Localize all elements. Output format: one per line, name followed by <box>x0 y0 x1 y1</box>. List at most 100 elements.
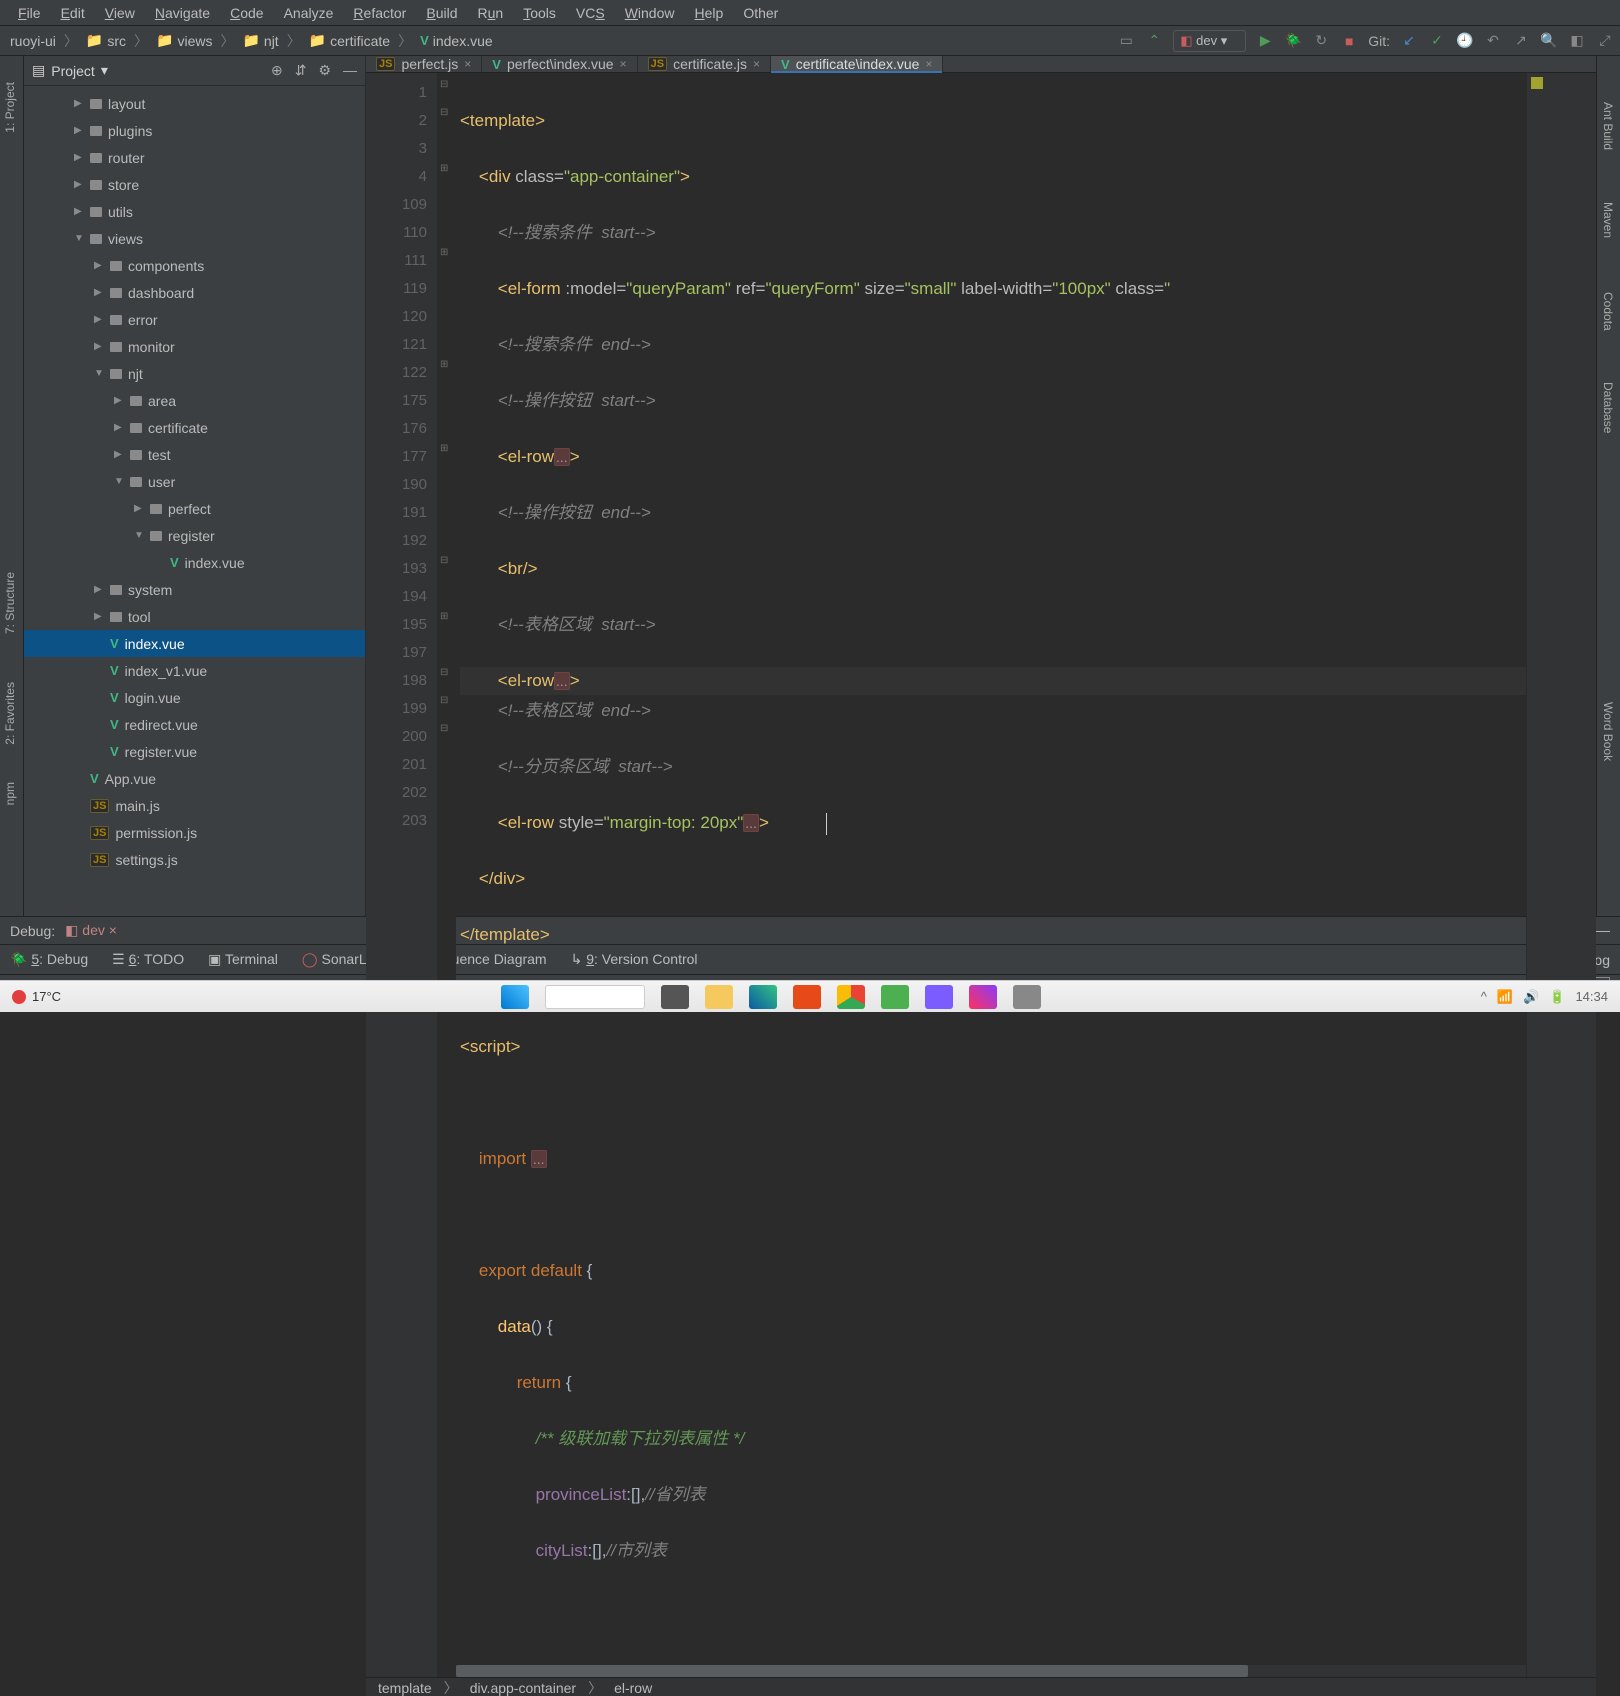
folded-region[interactable]: ... <box>743 814 759 832</box>
tool-debug[interactable]: 🪲 5: Debug <box>10 951 88 968</box>
taskbar-intellij[interactable] <box>969 985 997 1009</box>
tree-item[interactable]: Vlogin.vue <box>24 684 365 711</box>
fold-mark[interactable]: ⊟ <box>440 79 448 90</box>
editor-horizontal-scrollbar[interactable] <box>456 1665 1526 1677</box>
tool-tab-database[interactable]: Database <box>1597 376 1619 439</box>
build-icon[interactable]: ⌃ <box>1145 32 1163 50</box>
tree-arrow[interactable]: ▼ <box>94 368 104 379</box>
tree-item[interactable]: ▶store <box>24 171 365 198</box>
tree-arrow[interactable]: ▶ <box>74 179 84 190</box>
fold-mark[interactable]: ⊟ <box>440 667 448 678</box>
editor-tab[interactable]: Vcertificate\index.vue× <box>771 56 943 72</box>
tree-item[interactable]: ▶layout <box>24 90 365 117</box>
editor-tab[interactable]: Vperfect\index.vue× <box>482 56 637 72</box>
tree-item[interactable]: ▶dashboard <box>24 279 365 306</box>
tree-item[interactable]: Vregister.vue <box>24 738 365 765</box>
tool-terminal[interactable]: ▣ Terminal <box>208 951 278 968</box>
tree-item[interactable]: JSmain.js <box>24 792 365 819</box>
fold-mark[interactable]: ⊟ <box>440 555 448 566</box>
tree-item[interactable]: ▼views <box>24 225 365 252</box>
device-frame-icon[interactable]: ▭ <box>1117 32 1135 50</box>
folded-region[interactable]: ... <box>554 448 570 466</box>
close-tab-icon[interactable]: × <box>925 57 932 71</box>
tree-arrow[interactable]: ▼ <box>74 233 84 244</box>
menu-analyze[interactable]: Analyze <box>274 3 344 23</box>
ed-bc-template[interactable]: template <box>378 1680 432 1696</box>
fold-mark[interactable]: ⊞ <box>440 611 448 622</box>
taskbar-mail[interactable] <box>793 985 821 1009</box>
tree-arrow[interactable]: ▶ <box>94 584 104 595</box>
code-minimap[interactable] <box>1526 73 1596 1677</box>
menu-build[interactable]: Build <box>416 3 467 23</box>
bc-src[interactable]: 📁 src <box>82 32 130 49</box>
menu-run[interactable]: Run <box>467 3 513 23</box>
editor-tab[interactable]: JScertificate.js× <box>638 56 771 72</box>
tree-item[interactable]: VApp.vue <box>24 765 365 792</box>
menu-vcs[interactable]: VCS <box>566 3 615 23</box>
tree-arrow[interactable]: ▶ <box>94 341 104 352</box>
tool-tab-ant[interactable]: Ant Build <box>1597 96 1619 156</box>
tree-item[interactable]: ▶system <box>24 576 365 603</box>
tree-item[interactable]: Vindex.vue <box>24 630 365 657</box>
tree-arrow[interactable]: ▼ <box>134 530 144 541</box>
close-tab-icon[interactable]: × <box>620 57 627 71</box>
fold-mark[interactable]: ⊞ <box>440 359 448 370</box>
fold-mark[interactable]: ⊞ <box>440 247 448 258</box>
tree-item[interactable]: ▶utils <box>24 198 365 225</box>
menu-other[interactable]: Other <box>733 3 788 23</box>
taskbar-app[interactable] <box>881 985 909 1009</box>
vcs-history-icon[interactable]: 🕘 <box>1456 32 1474 50</box>
tool-tab-maven[interactable]: Maven <box>1597 196 1619 244</box>
tree-item[interactable]: ▶monitor <box>24 333 365 360</box>
tool-tab-project[interactable]: 1: Project <box>0 76 20 139</box>
taskbar-taskview[interactable] <box>661 985 689 1009</box>
search-icon[interactable]: 🔍 <box>1540 32 1558 50</box>
tree-arrow[interactable]: ▶ <box>74 98 84 109</box>
tree-item[interactable]: ▶test <box>24 441 365 468</box>
tree-arrow[interactable]: ▶ <box>134 503 144 514</box>
hide-panel-icon[interactable]: — <box>343 62 357 79</box>
menu-refactor[interactable]: Refactor <box>343 3 416 23</box>
fold-mark[interactable]: ⊟ <box>440 723 448 734</box>
stop-icon[interactable]: ■ <box>1340 32 1358 50</box>
taskbar-volume-icon[interactable]: 🔊 <box>1523 989 1539 1005</box>
menu-window[interactable]: Window <box>615 3 685 23</box>
taskbar-wifi-icon[interactable]: 📶 <box>1497 989 1513 1005</box>
tool-tab-wordbook[interactable]: Word Book <box>1597 696 1619 767</box>
tree-item[interactable]: Vredirect.vue <box>24 711 365 738</box>
tree-item[interactable]: ▶perfect <box>24 495 365 522</box>
tree-item[interactable]: ▶certificate <box>24 414 365 441</box>
taskbar-app[interactable] <box>1013 985 1041 1009</box>
coverage-icon[interactable]: ↻ <box>1312 32 1330 50</box>
bc-certificate[interactable]: 📁 certificate <box>305 32 394 49</box>
debug-hide-icon[interactable]: — <box>1596 922 1610 939</box>
bc-file[interactable]: V index.vue <box>416 33 497 49</box>
tool-todo[interactable]: ☰ 6: TODO <box>112 951 184 968</box>
run-icon[interactable]: ▶ <box>1256 32 1274 50</box>
project-title[interactable]: Project <box>51 63 95 79</box>
menu-edit[interactable]: Edit <box>51 3 95 23</box>
code-editor[interactable]: <template> <div class="app-container"> <… <box>456 73 1526 1677</box>
tree-arrow[interactable]: ▶ <box>74 206 84 217</box>
tool-tab-codota[interactable]: Codota <box>1597 286 1619 337</box>
tree-item[interactable]: ▶tool <box>24 603 365 630</box>
tree-arrow[interactable]: ▶ <box>114 395 124 406</box>
tree-arrow[interactable]: ▶ <box>94 287 104 298</box>
tree-item[interactable]: ▼njt <box>24 360 365 387</box>
tree-item[interactable]: ▶components <box>24 252 365 279</box>
debug-run-config[interactable]: ◧ dev × <box>65 922 117 939</box>
taskbar-edge[interactable] <box>749 985 777 1009</box>
tool-tab-npm[interactable]: npm <box>0 776 20 811</box>
debug-icon[interactable]: 🪲 <box>1284 32 1302 50</box>
close-tab-icon[interactable]: × <box>753 57 760 71</box>
folded-region[interactable]: ... <box>554 672 570 690</box>
tree-item[interactable]: ▼user <box>24 468 365 495</box>
tree-item[interactable]: JSpermission.js <box>24 819 365 846</box>
tree-item[interactable]: ▶router <box>24 144 365 171</box>
menu-tools[interactable]: Tools <box>513 3 566 23</box>
taskbar-explorer[interactable] <box>705 985 733 1009</box>
expand-all-icon[interactable]: ⇵ <box>295 62 307 79</box>
vcs-update-icon[interactable]: ↙ <box>1400 32 1418 50</box>
tree-item[interactable]: ▶plugins <box>24 117 365 144</box>
menu-code[interactable]: Code <box>220 3 273 23</box>
